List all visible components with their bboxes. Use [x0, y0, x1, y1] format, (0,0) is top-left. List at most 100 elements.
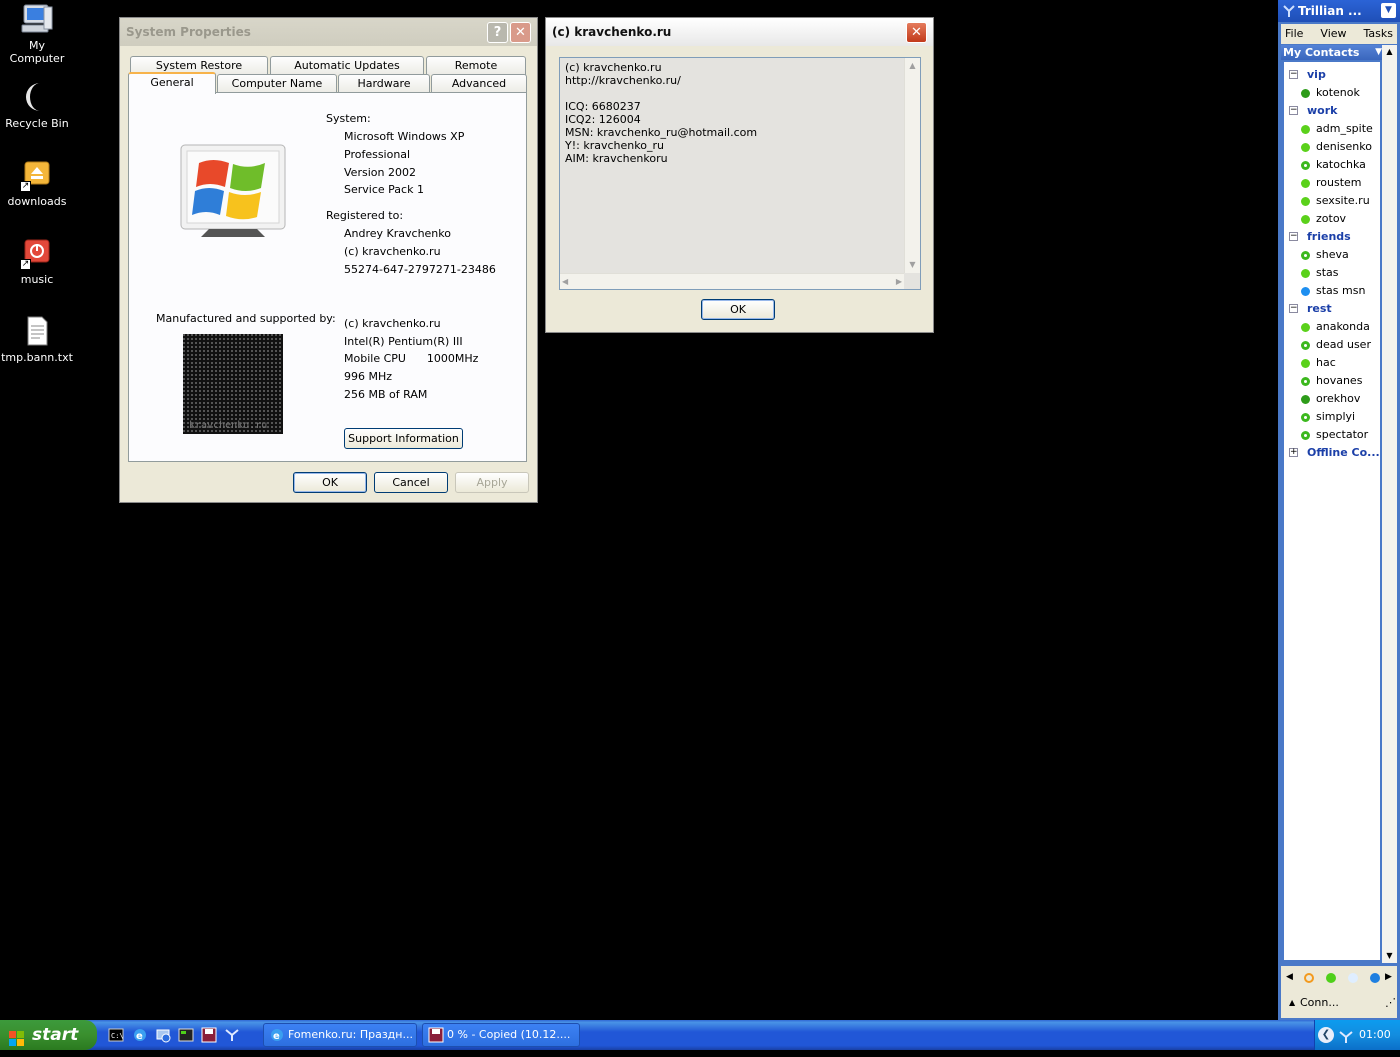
desktop-icon-my-computer[interactable]: My Computer [0, 2, 74, 65]
scroll-up-icon[interactable]: ▲ [1382, 45, 1397, 59]
trillian-menu-dropdown-icon[interactable]: ▼ [1381, 3, 1396, 18]
ok-button[interactable]: OK [293, 472, 367, 493]
contact-item[interactable]: katochka [1284, 156, 1380, 174]
contact-group-label: Offline Co... [1307, 446, 1380, 459]
close-icon: ✕ [515, 24, 526, 40]
contact-item[interactable]: orekhov [1284, 390, 1380, 408]
desktop-icon-downloads[interactable]: ↗ downloads [0, 158, 74, 208]
msn-status-icon[interactable] [1370, 973, 1380, 983]
contact-item[interactable]: sheva [1284, 246, 1380, 264]
support-information-button[interactable]: Support Information [344, 428, 463, 449]
scroll-up-icon[interactable]: ▲ [905, 58, 920, 74]
terminal-quicklaunch-icon[interactable] [178, 1027, 194, 1043]
apply-button[interactable]: Apply [455, 472, 529, 493]
desktop-icon-tmp-bann-txt[interactable]: tmp.bann.txt [0, 314, 74, 364]
scroll-down-icon[interactable]: ▼ [1382, 949, 1397, 963]
contact-group[interactable]: − friends [1284, 228, 1380, 246]
shortcut-arrow-icon: ↗ [20, 181, 31, 192]
collapse-icon[interactable]: − [1289, 232, 1298, 241]
info-line [565, 87, 757, 100]
contact-group[interactable]: − rest [1284, 300, 1380, 318]
status-busy-icon [1301, 413, 1310, 422]
tab-remote[interactable]: Remote [426, 56, 526, 75]
close-button[interactable]: ✕ [510, 21, 531, 43]
info-textarea[interactable]: (c) kravchenko.ru http://kravchenko.ru/IC… [559, 57, 921, 290]
dialog-ok-button[interactable]: OK [701, 299, 775, 320]
trillian-quicklaunch-icon[interactable] [224, 1027, 240, 1043]
chevron-down-icon: ▼ [1375, 47, 1382, 57]
contact-item[interactable]: stas [1284, 264, 1380, 282]
task-fomenko-ie[interactable]: e Fomenko.ru: Праздн... [263, 1023, 417, 1047]
contact-item[interactable]: spectator [1284, 426, 1380, 444]
cmd-quicklaunch-icon[interactable]: C:\ [108, 1027, 124, 1043]
shortcut-arrow-icon: ↗ [20, 259, 31, 270]
tab-automatic-updates[interactable]: Automatic Updates [270, 56, 424, 75]
system-os-name: Microsoft Windows XP [344, 130, 465, 143]
contact-item[interactable]: sexsite.ru [1284, 192, 1380, 210]
trillian-titlebar[interactable]: Trillian ... ▼ [1278, 0, 1400, 22]
scroll-right-icon[interactable]: ▶ [896, 274, 902, 290]
contact-item[interactable]: simplyi [1284, 408, 1380, 426]
collapse-icon[interactable]: − [1289, 106, 1298, 115]
yahoo-status-icon[interactable] [1348, 973, 1358, 983]
contact-item[interactable]: denisenko [1284, 138, 1380, 156]
collapse-icon[interactable]: − [1289, 70, 1298, 79]
contact-item[interactable]: hac [1284, 354, 1380, 372]
desktop-icon-recycle-bin[interactable]: Recycle Bin [0, 80, 74, 130]
contacts-scrollbar[interactable]: ▲ ▼ [1382, 45, 1397, 963]
floppy-copy-icon [428, 1027, 444, 1043]
contact-item[interactable]: hovanes [1284, 372, 1380, 390]
info-line: ICQ: 6680237 [565, 100, 641, 113]
contact-item[interactable]: kotenok [1284, 84, 1380, 102]
contact-item[interactable]: roustem [1284, 174, 1380, 192]
menu-file[interactable]: File [1285, 24, 1303, 44]
contact-group[interactable]: − work [1284, 102, 1380, 120]
scroll-down-icon[interactable]: ▼ [905, 257, 920, 273]
contact-group[interactable]: + Offline Co... [1284, 444, 1380, 462]
tab-computer-name[interactable]: Computer Name [217, 74, 337, 93]
connect-button[interactable]: Conn... [1300, 996, 1339, 1009]
info-dialog-titlebar[interactable]: (c) kravchenko.ru ✕ [546, 18, 933, 46]
start-button[interactable]: start [0, 1020, 97, 1050]
contact-item[interactable]: anakonda [1284, 318, 1380, 336]
status-next-icon[interactable]: ▶ [1385, 972, 1392, 982]
menu-tasks[interactable]: Tasks [1364, 24, 1393, 44]
collapse-icon[interactable]: − [1289, 304, 1298, 313]
dialog-close-button[interactable]: ✕ [906, 21, 927, 43]
ie-quicklaunch-icon[interactable]: e [132, 1027, 148, 1043]
svg-text:e: e [136, 1031, 143, 1042]
menu-view[interactable]: View [1320, 24, 1346, 44]
status-prev-icon[interactable]: ◀ [1286, 972, 1293, 982]
task-copy-progress[interactable]: 0 % - Copied (10.12.... [422, 1023, 580, 1047]
contact-item[interactable]: stas msn [1284, 282, 1380, 300]
tab-hardware[interactable]: Hardware [338, 74, 430, 93]
vertical-scrollbar[interactable]: ▲ ▼ [904, 58, 920, 273]
help-button[interactable]: ? [487, 21, 508, 43]
my-contacts-header[interactable]: My Contacts ▼ [1281, 45, 1385, 60]
cancel-button[interactable]: Cancel [374, 472, 448, 493]
status-busy-icon [1301, 431, 1310, 440]
floppy-quicklaunch-icon[interactable] [201, 1027, 217, 1043]
horizontal-scrollbar[interactable]: ◀ ▶ [560, 273, 904, 289]
trillian-tray-icon[interactable] [1338, 1027, 1354, 1043]
tray-expand-icon[interactable]: ❮ [1318, 1027, 1334, 1043]
aim-status-icon[interactable] [1304, 973, 1314, 983]
status-msn-icon [1301, 287, 1310, 296]
expand-icon[interactable]: + [1289, 448, 1298, 457]
network-quicklaunch-icon[interactable] [155, 1027, 171, 1043]
contact-item[interactable]: zotov [1284, 210, 1380, 228]
contact-name: stas [1316, 266, 1339, 279]
system-properties-titlebar[interactable]: System Properties ? ✕ [120, 18, 537, 46]
svg-text:e: e [273, 1031, 280, 1042]
clock[interactable]: 01:00 [1359, 1020, 1391, 1050]
tab-general[interactable]: General [128, 72, 216, 94]
contact-group[interactable]: − vip [1284, 66, 1380, 84]
icq-status-icon[interactable] [1326, 973, 1336, 983]
resize-grip-icon[interactable]: ⋰ [1385, 996, 1396, 1009]
contact-item[interactable]: dead user [1284, 336, 1380, 354]
info-line: (c) kravchenko.ru [565, 61, 662, 74]
contact-item[interactable]: adm_spite [1284, 120, 1380, 138]
tab-advanced[interactable]: Advanced [431, 74, 527, 93]
scroll-left-icon[interactable]: ◀ [562, 274, 568, 290]
desktop-icon-music[interactable]: ↗ music [0, 236, 74, 286]
